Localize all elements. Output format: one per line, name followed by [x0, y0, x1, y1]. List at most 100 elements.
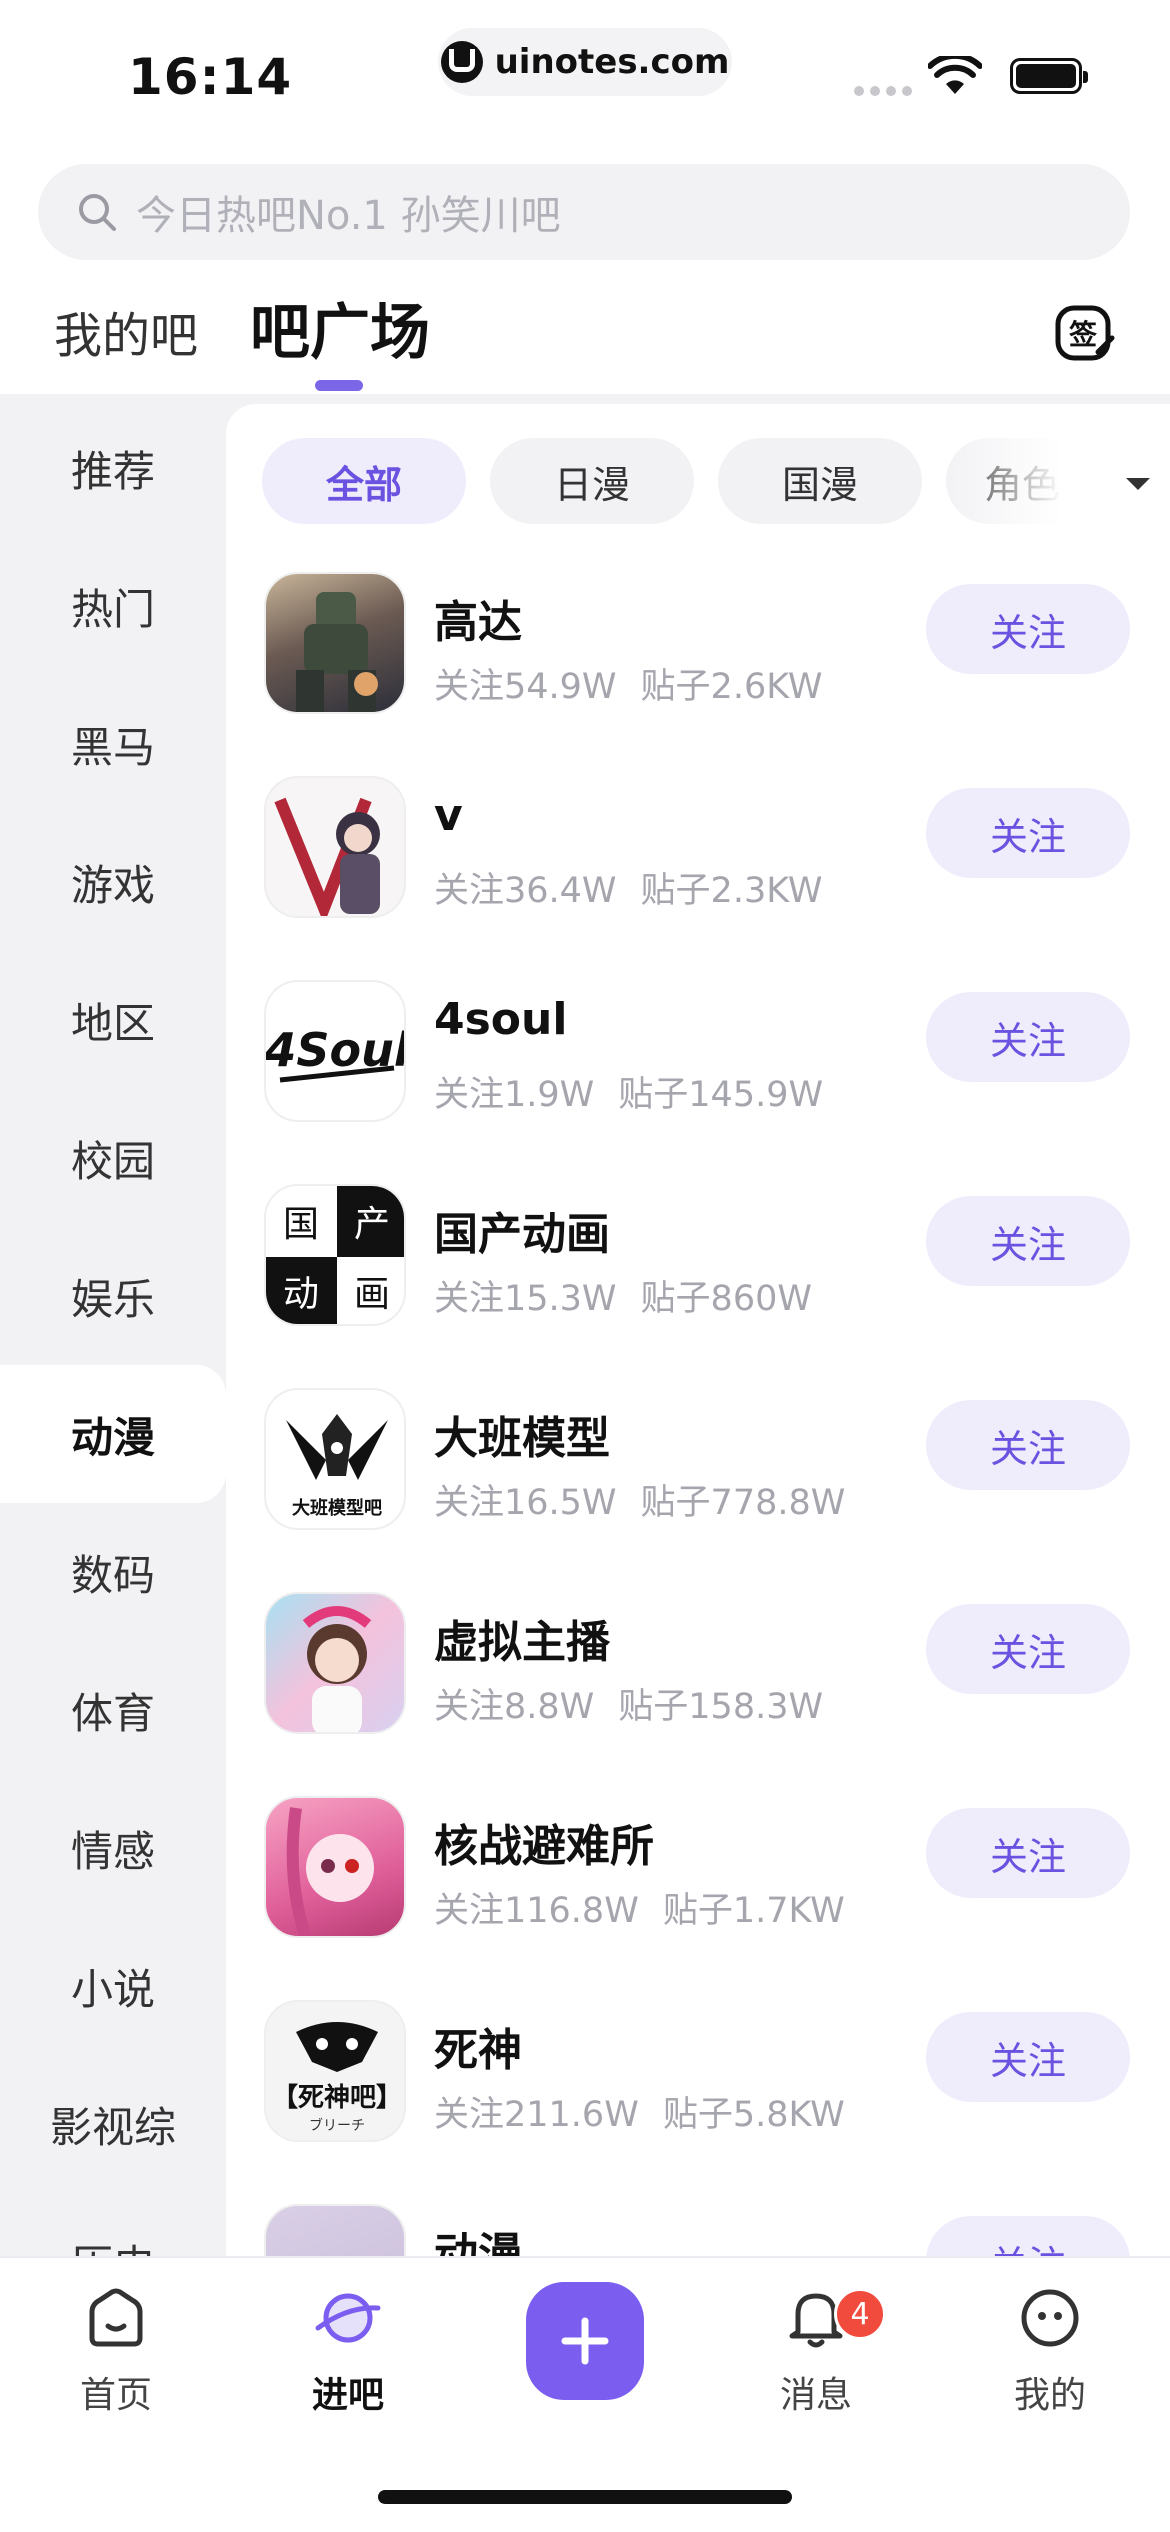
chip-japanese-anime[interactable]: 日漫: [490, 438, 694, 524]
follow-button[interactable]: 关注: [926, 1604, 1130, 1694]
sidebar-item-sports[interactable]: 体育: [0, 1641, 226, 1779]
follow-button[interactable]: 关注: [926, 1808, 1130, 1898]
bar-list-item[interactable]: 大班模型吧 大班模型 关注16.5W 贴子778.8W 关注: [226, 1388, 1170, 1592]
status-time: 16:14: [128, 48, 293, 106]
bar-stats: 关注15.3W 贴子860W: [434, 1270, 812, 1321]
category-sidebar: 推荐 热门 黑马 游戏 地区 校园 娱乐 动漫 数码 体育 情感 小说 影视综 …: [0, 394, 226, 2256]
bar-posts: 贴子778.8W: [640, 1483, 846, 1523]
sidebar-item-recommend[interactable]: 推荐: [0, 399, 226, 537]
home-indicator: [378, 2490, 792, 2504]
nav-messages[interactable]: 消息 4: [736, 2282, 896, 2432]
follow-button[interactable]: 关注: [926, 2012, 1130, 2102]
bar-name: 高达: [434, 597, 522, 648]
svg-text:签: 签: [1069, 318, 1097, 351]
sidebar-item-entertainment[interactable]: 娱乐: [0, 1227, 226, 1365]
bar-avatar: [264, 1796, 406, 1938]
bar-avatar: 【死神吧】 ブリーチ: [264, 2000, 406, 2142]
chip-chinese-anime[interactable]: 国漫: [718, 438, 922, 524]
nav-me[interactable]: 我的: [970, 2282, 1130, 2432]
bar-followers: 关注54.9W: [434, 667, 617, 707]
search-icon: [79, 194, 116, 231]
bar-stats: 关注36.4W 贴子2.3KW: [434, 862, 823, 913]
nav-messages-label: 消息: [779, 2375, 852, 2416]
bar-followers: 关注211.6W: [434, 2095, 639, 2135]
bar-stats: 关注1.9W 贴子145.9W: [434, 1066, 823, 1117]
bar-list-item[interactable]: 4Soul 4soul 关注1.9W 贴子145.9W 关注: [226, 980, 1170, 1184]
sidebar-item-hot[interactable]: 热门: [0, 537, 226, 675]
tab-bar-square[interactable]: 吧广场: [250, 284, 430, 371]
planet-icon: [315, 2293, 381, 2343]
follow-button[interactable]: 关注: [926, 1196, 1130, 1286]
bar-name: 4soul: [434, 994, 568, 1045]
svg-text:【死神吧】: 【死神吧】: [272, 2083, 402, 2113]
bar-stats: 关注116.8W 贴子1.7KW: [434, 1882, 845, 1933]
sidebar-item-emotion[interactable]: 情感: [0, 1779, 226, 1917]
bar-followers: 关注116.8W: [434, 1891, 639, 1931]
bar-avatar: [264, 776, 406, 918]
bar-list-item[interactable]: 国产动画 国产动画 关注15.3W 贴子860W 关注: [226, 1184, 1170, 1388]
tab-my-bars[interactable]: 我的吧: [54, 296, 198, 366]
svg-text:大班模型吧: 大班模型吧: [292, 1497, 382, 1519]
bar-name: v: [434, 790, 463, 841]
bar-stats: 关注211.6W 贴子5.8KW: [434, 2086, 845, 2137]
bar-posts: 贴子5.8KW: [662, 2095, 845, 2135]
nav-me-label: 我的: [1013, 2375, 1086, 2416]
sidebar-item-novel[interactable]: 小说: [0, 1917, 226, 2055]
sidebar-item-history[interactable]: 历史: [0, 2193, 226, 2257]
nav-home[interactable]: 首页: [36, 2282, 196, 2432]
bar-list-item[interactable]: 动漫 关注: [226, 2204, 1170, 2256]
follow-button[interactable]: 关注: [926, 1400, 1130, 1490]
bar-avatar: [264, 572, 406, 714]
bar-posts: 贴子1.7KW: [662, 1891, 845, 1931]
plus-icon: [561, 2317, 609, 2365]
message-count-badge: 4: [834, 2288, 886, 2340]
bar-avatar: [264, 1592, 406, 1734]
sidebar-item-games[interactable]: 游戏: [0, 813, 226, 951]
bar-posts: 贴子158.3W: [618, 1687, 824, 1727]
chevron-down-icon[interactable]: [1118, 464, 1158, 504]
sidebar-item-darkhorse[interactable]: 黑马: [0, 675, 226, 813]
sidebar-item-campus[interactable]: 校园: [0, 1089, 226, 1227]
nav-jinba-label: 进吧: [311, 2375, 384, 2416]
bar-posts: 贴子2.6KW: [640, 667, 823, 707]
sidebar-item-region[interactable]: 地区: [0, 951, 226, 1089]
sidebar-item-film-tv[interactable]: 影视综: [0, 2055, 226, 2193]
search-placeholder: 今日热吧No.1 孙笑川吧: [136, 193, 561, 239]
chip-all[interactable]: 全部: [262, 438, 466, 524]
search-bar[interactable]: 今日热吧No.1 孙笑川吧: [38, 164, 1130, 260]
bar-list-item[interactable]: 核战避难所 关注116.8W 贴子1.7KW 关注: [226, 1796, 1170, 2000]
follow-button[interactable]: 关注: [926, 788, 1130, 878]
bar-list-item[interactable]: 【死神吧】 ブリーチ 死神 关注211.6W 贴子5.8KW 关注: [226, 2000, 1170, 2204]
nav-jinba[interactable]: 进吧: [268, 2282, 428, 2432]
uinotes-logo-icon: [440, 41, 483, 83]
bar-name: 动漫: [434, 2229, 522, 2256]
svg-text:动: 动: [283, 1274, 319, 1315]
sign-in-icon[interactable]: 签: [1054, 302, 1116, 364]
follow-button[interactable]: 关注: [926, 2216, 1130, 2256]
bar-list-item[interactable]: 虚拟主播 关注8.8W 贴子158.3W 关注: [226, 1592, 1170, 1796]
create-post-button[interactable]: [526, 2282, 644, 2400]
sidebar-item-anime[interactable]: 动漫: [0, 1365, 226, 1503]
follow-button[interactable]: 关注: [926, 584, 1130, 674]
profile-face-icon: [1021, 2289, 1079, 2347]
sidebar-item-digital[interactable]: 数码: [0, 1503, 226, 1641]
url-text: uinotes.com: [494, 42, 730, 82]
bar-name: 国产动画: [434, 1209, 610, 1260]
bar-list-panel: 全部 日漫 国漫 角色 高达 关注54.9W 贴子2.6KW 关注: [226, 404, 1170, 2256]
follow-button[interactable]: 关注: [926, 992, 1130, 1082]
svg-text:画: 画: [354, 1274, 390, 1315]
bar-followers: 关注8.8W: [434, 1687, 595, 1727]
bar-name: 核战避难所: [434, 1821, 654, 1872]
content-area: 推荐 热门 黑马 游戏 地区 校园 娱乐 动漫 数码 体育 情感 小说 影视综 …: [0, 394, 1170, 2256]
svg-text:产: 产: [354, 1204, 390, 1245]
bar-avatar: 国产动画: [264, 1184, 406, 1326]
bar-avatar: [264, 2204, 406, 2256]
bar-list-item[interactable]: 高达 关注54.9W 贴子2.6KW 关注: [226, 572, 1170, 776]
bar-stats: 关注16.5W 贴子778.8W: [434, 1474, 845, 1525]
svg-text:国: 国: [283, 1204, 319, 1245]
top-tabs: 我的吧 吧广场 签: [0, 280, 1170, 391]
battery-icon: [1010, 58, 1088, 94]
bar-posts: 贴子860W: [640, 1279, 812, 1319]
bar-name: 死神: [434, 2025, 522, 2076]
bar-list-item[interactable]: v 关注36.4W 贴子2.3KW 关注: [226, 776, 1170, 980]
